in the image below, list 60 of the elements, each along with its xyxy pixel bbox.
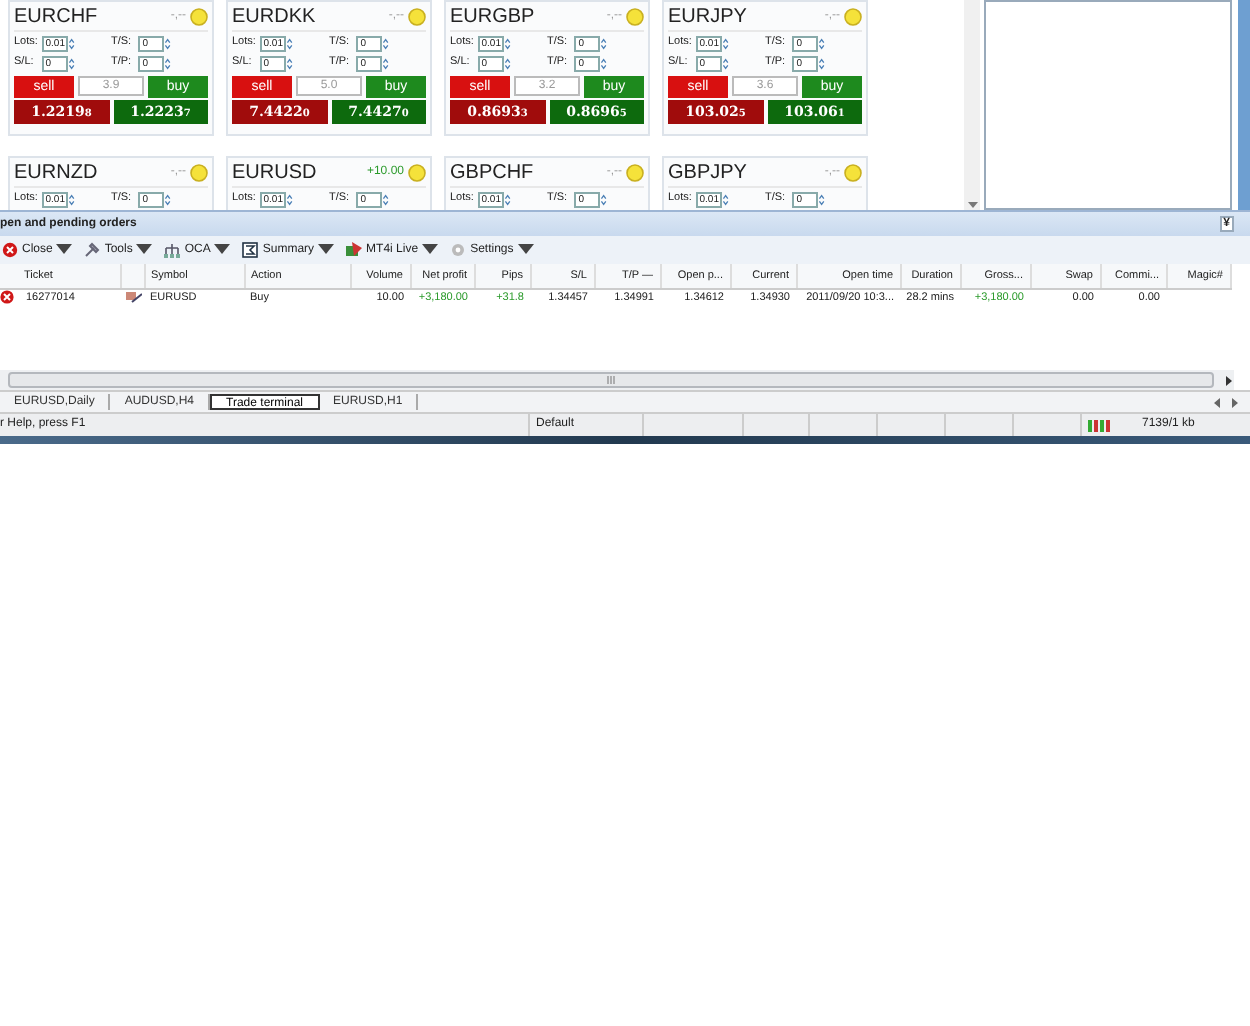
close-icon — [2, 242, 18, 258]
status-light-icon — [408, 8, 426, 26]
status-light-icon — [844, 164, 862, 182]
status-light-icon — [626, 8, 644, 26]
arrow-down-icon — [967, 202, 977, 210]
spinner-icon — [285, 191, 293, 207]
summary-icon — [242, 242, 259, 258]
spinner-icon — [67, 35, 75, 51]
symbol-label: EURDKK — [232, 4, 316, 32]
grip-icon — [606, 376, 616, 384]
spinner-icon — [382, 35, 390, 51]
oca-icon — [164, 242, 181, 258]
spinner-icon — [721, 55, 729, 71]
symbol-label: GBPCHF — [450, 160, 534, 188]
spinner-icon — [600, 55, 608, 71]
symbol-label: EURGBP — [450, 4, 535, 32]
caret-icon — [214, 242, 231, 258]
status-light-icon — [190, 164, 208, 182]
symbol-label: EURUSD — [232, 160, 317, 188]
symbol-label: EURNZD — [14, 160, 98, 188]
spinner-icon — [382, 55, 390, 71]
tab-arrows-icon — [1214, 398, 1238, 408]
scrollbar[interactable] — [0, 370, 1234, 390]
caret-icon — [422, 242, 439, 258]
spinner-icon — [164, 191, 172, 207]
status-light-icon — [844, 8, 862, 26]
spinner-icon — [67, 191, 75, 207]
tools-icon — [84, 242, 101, 258]
spinner-icon — [721, 35, 729, 51]
spinner-icon — [285, 55, 293, 71]
caret-icon — [318, 242, 335, 258]
arrow-right-icon — [1226, 375, 1234, 385]
connection-bars-icon — [1088, 419, 1114, 431]
caret-icon — [136, 242, 153, 258]
spinner-icon — [600, 35, 608, 51]
status-light-icon — [408, 164, 426, 182]
scrollbar[interactable] — [964, 0, 980, 210]
status-light-icon — [626, 164, 644, 182]
spinner-icon — [600, 191, 608, 207]
spinner-icon — [818, 35, 826, 51]
spinner-icon — [503, 55, 511, 71]
spinner-icon — [164, 35, 172, 51]
symbol-label: EURCHF — [14, 4, 98, 32]
spinner-icon — [721, 191, 729, 207]
symbol-label: EURJPY — [668, 4, 747, 32]
spinner-icon — [818, 191, 826, 207]
spinner-icon — [285, 35, 293, 51]
caret-icon — [56, 242, 73, 258]
spinner-icon — [503, 35, 511, 51]
spinner-icon — [818, 55, 826, 71]
live-icon — [346, 242, 363, 258]
spinner-icon — [503, 191, 511, 207]
symbol-label: GBPJPY — [668, 160, 747, 188]
trade-icon — [126, 290, 142, 305]
spinner-icon — [164, 55, 172, 71]
spinner-icon — [382, 191, 390, 207]
settings-icon — [450, 242, 467, 258]
spinner-icon — [67, 55, 75, 71]
status-light-icon — [190, 8, 208, 26]
caret-icon — [517, 242, 534, 258]
